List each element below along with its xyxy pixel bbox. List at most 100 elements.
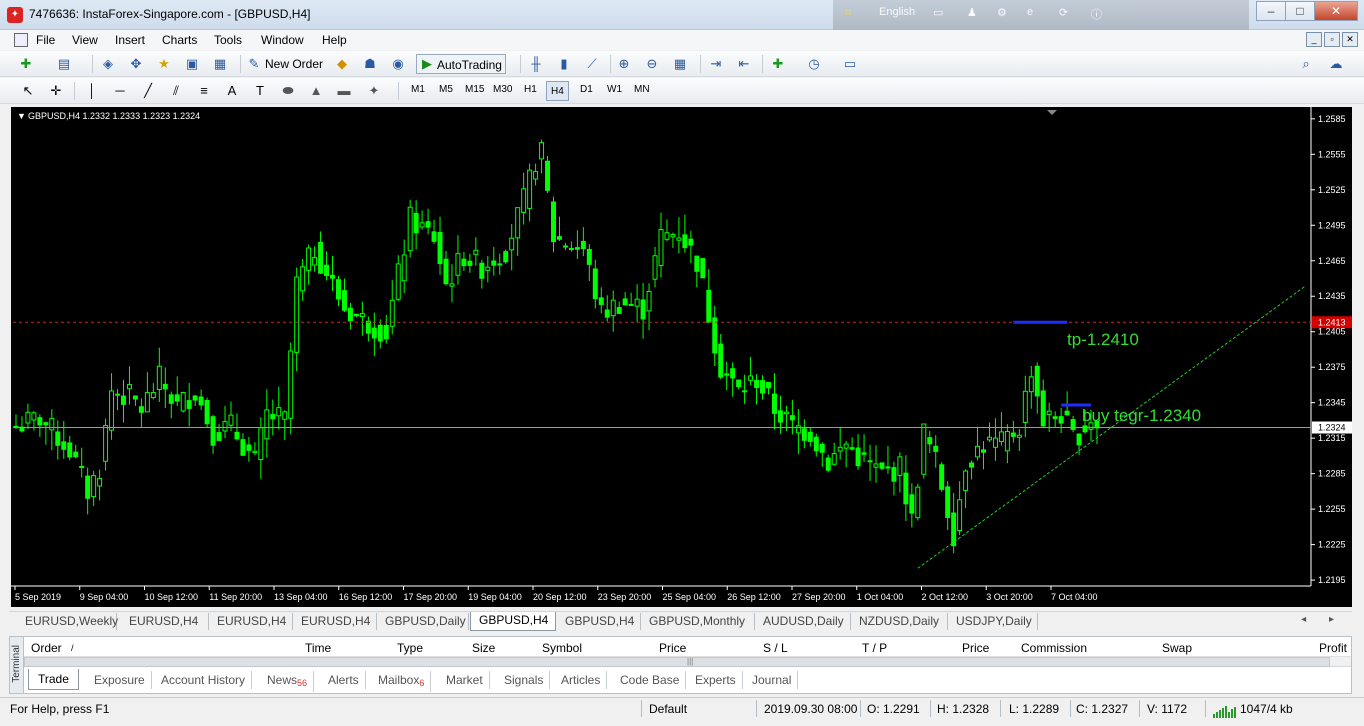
column-type[interactable]: Type xyxy=(397,641,423,655)
mdi-minimize-button[interactable]: _ xyxy=(1306,32,1322,47)
auto-scroll-icon[interactable]: ⇥ xyxy=(708,56,724,72)
timeframe-h1[interactable]: H1 xyxy=(524,84,537,95)
new-order-button[interactable]: New Order xyxy=(262,54,326,74)
annotation-buy[interactable]: buy tegr-1.2340 xyxy=(1082,406,1201,425)
horizontal-line-icon[interactable]: ─ xyxy=(112,83,128,99)
terminal-side-strip[interactable]: Terminal xyxy=(10,637,24,693)
settings-gear-icon[interactable]: ⚙ xyxy=(997,6,1007,19)
terminal-tab-alerts[interactable]: Alerts xyxy=(322,671,366,689)
chart-tab[interactable]: EURUSD,H4 xyxy=(293,613,377,630)
timeframe-mn[interactable]: MN xyxy=(634,84,650,95)
menu-tools[interactable]: Tools xyxy=(214,33,242,47)
terminal-tab-exposure[interactable]: Exposure xyxy=(88,671,152,689)
terminal-tab-news[interactable]: News56 xyxy=(261,671,315,692)
chart-tab[interactable]: USDJPY,Daily xyxy=(948,613,1038,630)
terminal-tab-code-base[interactable]: Code Base xyxy=(614,671,687,689)
minimize-button[interactable]: – xyxy=(1256,1,1286,21)
chart-shift-icon[interactable]: ⇤ xyxy=(736,56,752,72)
terminal-tab-articles[interactable]: Articles xyxy=(555,671,608,689)
navigator-icon[interactable]: ★ xyxy=(156,56,172,72)
chart-window-icon[interactable] xyxy=(14,33,28,47)
timeframe-m5[interactable]: M5 xyxy=(439,84,453,95)
crosshair-icon[interactable]: ✛ xyxy=(48,83,64,99)
templates-icon[interactable]: ▭ xyxy=(842,56,858,72)
column-profit[interactable]: Profit xyxy=(1319,641,1347,655)
new-chart-icon[interactable]: ✚ xyxy=(18,56,34,72)
data-window-icon[interactable]: ✥ xyxy=(128,56,144,72)
autotrading-button[interactable]: ▶ AutoTrading xyxy=(416,54,506,74)
candlestick-icon[interactable]: ▮ xyxy=(556,56,572,72)
strategy-tester-icon[interactable]: ▦ xyxy=(212,56,228,72)
text-label-icon[interactable]: T xyxy=(252,83,268,99)
price-axis[interactable] xyxy=(1311,107,1352,586)
community-icon[interactable]: ☗ xyxy=(362,56,378,72)
terminal-tab-market[interactable]: Market xyxy=(440,671,490,689)
new-order-icon[interactable]: ✎ xyxy=(246,56,262,72)
mdi-close-button[interactable]: ✕ xyxy=(1342,32,1358,47)
menu-view[interactable]: View xyxy=(72,33,98,47)
terminal-tab-signals[interactable]: Signals xyxy=(498,671,551,689)
mdi-restore-button[interactable]: ▫ xyxy=(1324,32,1340,47)
terminal-horizontal-scrollbar[interactable]: ||| xyxy=(24,657,1351,667)
search-icon[interactable]: ⌕ xyxy=(1298,56,1314,72)
menu-file[interactable]: File xyxy=(36,33,55,47)
terminal-tab-mailbox[interactable]: Mailbox6 xyxy=(372,671,432,692)
timeframe-w1[interactable]: W1 xyxy=(607,84,622,95)
tile-windows-icon[interactable]: ▦ xyxy=(672,56,688,72)
timeframe-h4[interactable]: H4 xyxy=(546,81,569,101)
indicators-icon[interactable]: ✚ xyxy=(770,56,786,72)
equidistant-channel-icon[interactable]: ⫽ xyxy=(168,83,184,99)
terminal-tab-journal[interactable]: Journal xyxy=(746,671,799,689)
timeframe-m1[interactable]: M1 xyxy=(411,84,425,95)
chart-tab[interactable]: GBPUSD,Monthly xyxy=(641,613,755,630)
chart-tab[interactable]: NZDUSD,Daily xyxy=(851,613,948,630)
fibonacci-icon[interactable]: ≡ xyxy=(196,83,212,99)
market-watch-icon[interactable]: ◈ xyxy=(100,56,116,72)
column-sl[interactable]: S / L xyxy=(763,641,788,655)
language-label[interactable]: English xyxy=(879,6,915,18)
timeframe-m30[interactable]: M30 xyxy=(493,84,512,95)
column-price[interactable]: Price xyxy=(659,641,686,655)
menu-charts[interactable]: Charts xyxy=(162,33,197,47)
chart-tab[interactable]: EURUSD,H4 xyxy=(209,613,293,630)
column-symbol[interactable]: Symbol xyxy=(542,641,582,655)
chart-header-arrow[interactable]: ▼ xyxy=(17,111,26,121)
rectangle-icon[interactable]: ▬ xyxy=(336,83,352,99)
zoom-out-icon[interactable]: ⊖ xyxy=(644,56,660,72)
chart-tab-active[interactable]: GBPUSD,H4 xyxy=(470,612,556,631)
browser-icon[interactable]: e xyxy=(1027,6,1033,18)
line-chart-icon[interactable]: ⟋ xyxy=(584,56,600,72)
chart-tab[interactable]: EURUSD,H4 xyxy=(121,613,209,630)
trendline-icon[interactable]: ╱ xyxy=(140,83,156,99)
column-commission[interactable]: Commission xyxy=(1021,641,1087,655)
column-size[interactable]: Size xyxy=(472,641,495,655)
chart-window[interactable]: 1.2413 1.2324 1.2585 1.2555 1.2525 1.2495 1.2… xyxy=(9,105,1352,607)
chart-tab-scroll-arrows[interactable]: ◂ ▸ xyxy=(1301,614,1344,625)
periods-icon[interactable]: ◷ xyxy=(806,56,822,72)
column-price-current[interactable]: Price xyxy=(962,641,989,655)
chat-icon[interactable]: ☁ xyxy=(1328,56,1344,72)
price-chart[interactable]: 1.24131.2324 1.25851.25551.25251.24951.2… xyxy=(9,105,1352,607)
terminal-tab-trade[interactable]: Trade xyxy=(28,669,79,690)
column-order[interactable]: Order xyxy=(31,641,62,655)
menu-insert[interactable]: Insert xyxy=(115,33,145,47)
info-icon[interactable]: ⓘ xyxy=(1091,6,1102,22)
ellipse-icon[interactable]: ⬬ xyxy=(280,83,296,99)
maximize-button[interactable]: □ xyxy=(1285,1,1315,21)
cursor-icon[interactable]: ↖ xyxy=(20,83,36,99)
timeframe-m15[interactable]: M15 xyxy=(465,84,484,95)
close-button[interactable]: ✕ xyxy=(1314,1,1358,21)
scrollbar-thumb[interactable] xyxy=(24,657,1330,667)
bar-chart-icon[interactable]: ╫ xyxy=(528,56,544,72)
refresh-icon[interactable]: ⟳ xyxy=(1059,6,1068,19)
text-icon[interactable]: A xyxy=(224,83,240,99)
triangle-icon[interactable]: ▲ xyxy=(308,83,324,99)
terminal-tab-account-history[interactable]: Account History xyxy=(155,671,253,689)
vertical-line-icon[interactable]: │ xyxy=(84,83,100,99)
chart-tab[interactable]: EURUSD,Weekly xyxy=(17,613,118,630)
user-icon[interactable]: ♟ xyxy=(967,6,977,19)
timeframe-d1[interactable]: D1 xyxy=(580,84,593,95)
column-tp[interactable]: T / P xyxy=(862,641,887,655)
column-swap[interactable]: Swap xyxy=(1162,641,1192,655)
zoom-in-icon[interactable]: ⊕ xyxy=(616,56,632,72)
